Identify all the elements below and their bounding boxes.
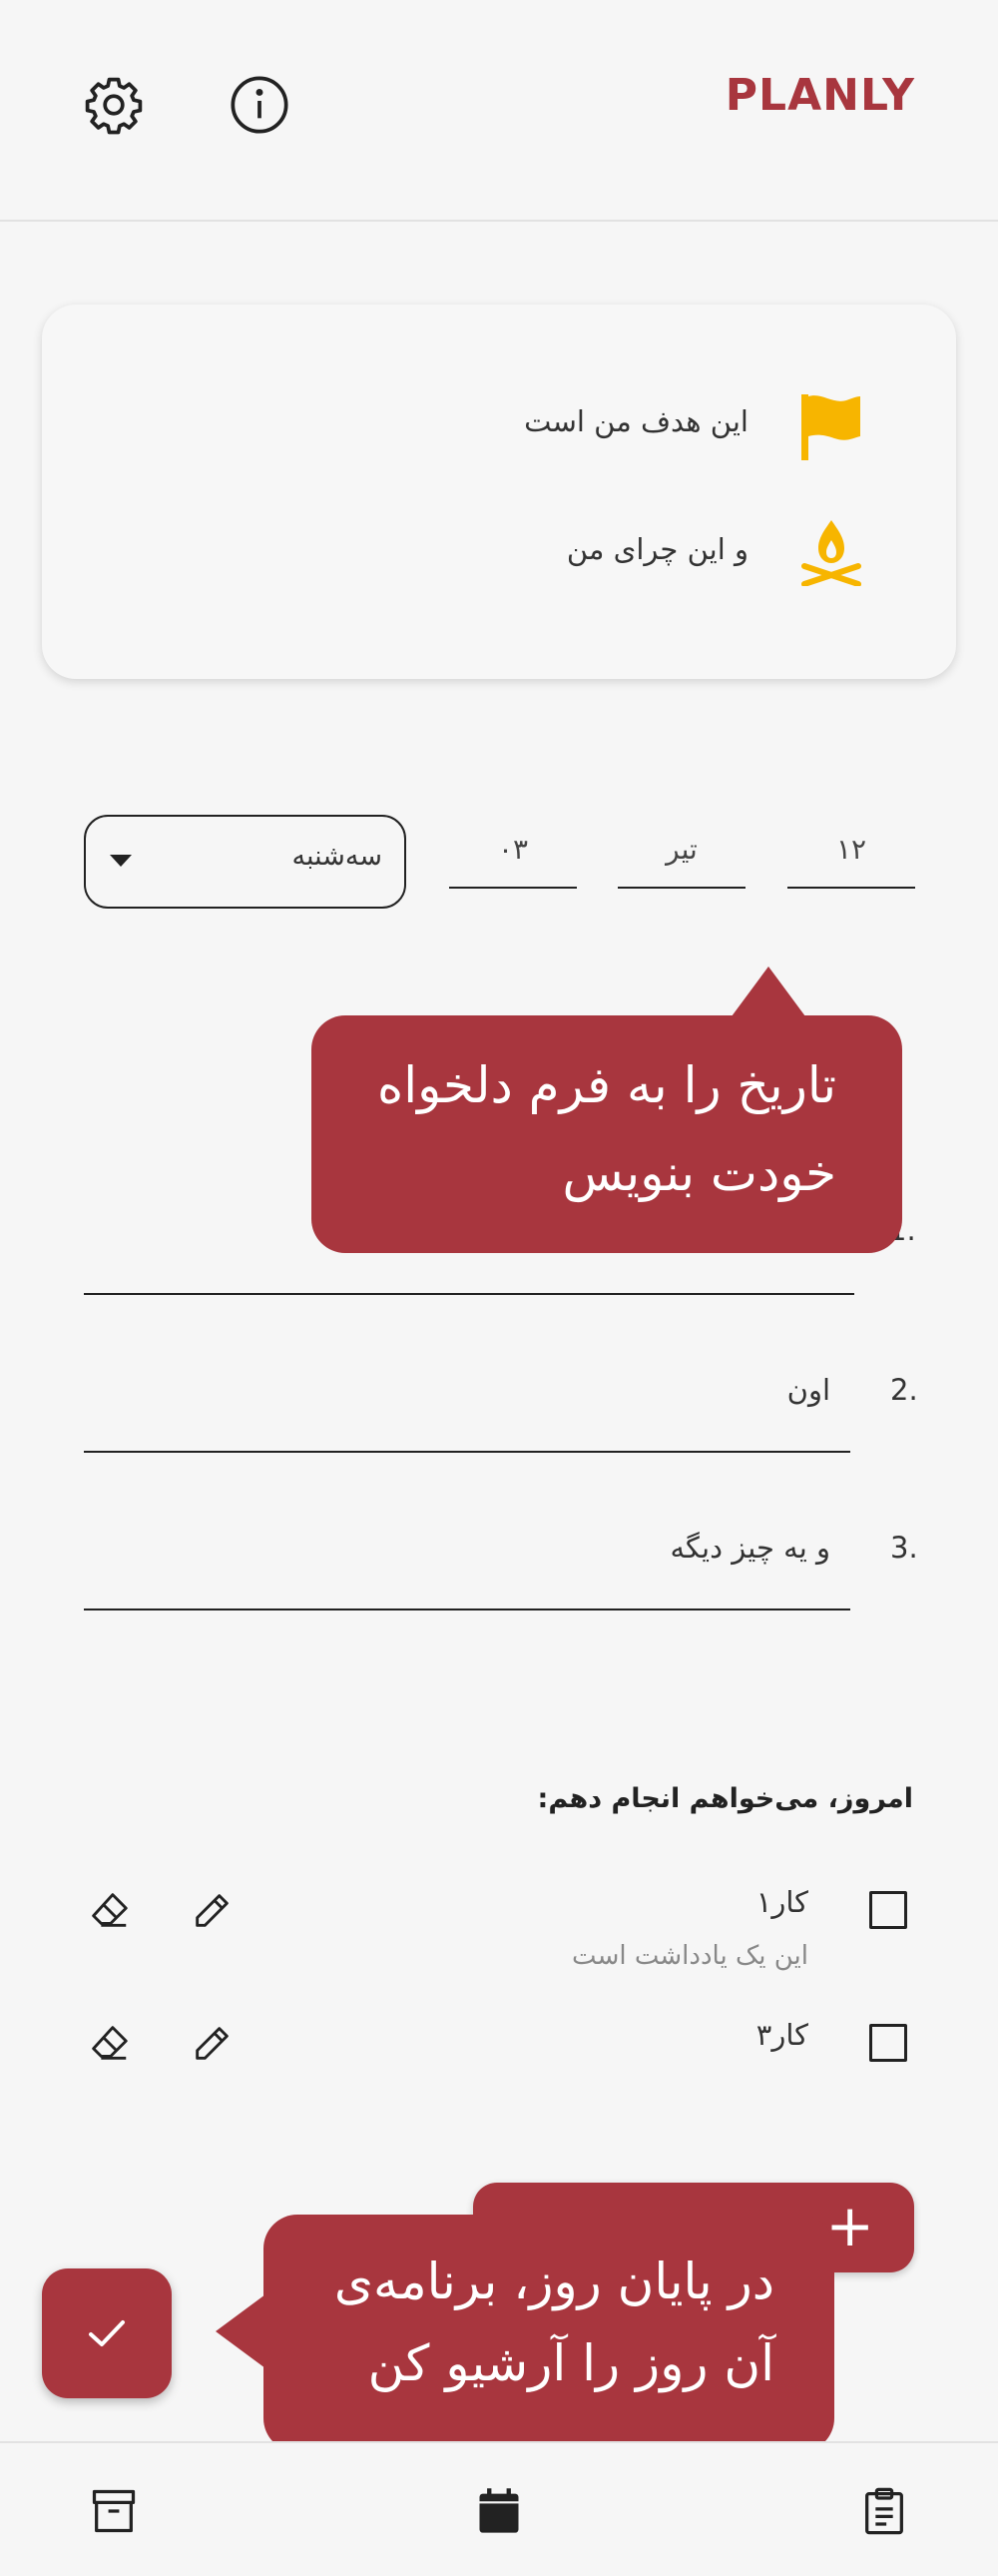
year-field[interactable]: ۰۳ xyxy=(449,829,577,889)
date-tooltip: تاریخ را به فرم دلخواه خودت بنویس xyxy=(311,1015,902,1253)
task-row: کار۳ xyxy=(0,2010,998,2080)
priority-number: 2. xyxy=(890,1373,918,1407)
pencil-icon[interactable] xyxy=(190,1887,236,1933)
task-title[interactable]: کار۳ xyxy=(756,2018,808,2052)
eraser-icon[interactable] xyxy=(86,1887,132,1933)
priority-input-3[interactable] xyxy=(84,1609,850,1610)
priority-number: 3. xyxy=(890,1531,918,1565)
month-field[interactable]: تیر xyxy=(618,829,746,889)
bottom-nav xyxy=(0,2441,998,2576)
tooltip-arrow xyxy=(732,966,805,1016)
app-logo: PLANLY xyxy=(725,70,915,121)
priority-text[interactable]: و یه چیز دیگه xyxy=(670,1531,830,1565)
task-note: این یک یادداشت است xyxy=(572,1941,808,1971)
archive-day-button[interactable] xyxy=(42,2268,172,2398)
archive-icon[interactable] xyxy=(88,2485,140,2537)
weekday-value: سه‌شنبه xyxy=(291,841,383,872)
eraser-icon[interactable] xyxy=(86,2020,132,2066)
tasks-heading: امروز، می‌خواهم انجام دهم: xyxy=(537,1783,913,1814)
gear-icon[interactable] xyxy=(82,73,146,137)
chevron-down-icon xyxy=(110,855,132,867)
pencil-icon[interactable] xyxy=(190,2020,236,2066)
campfire-icon xyxy=(798,516,864,587)
app-header: PLANLY xyxy=(0,0,998,222)
day-field[interactable]: ۱۲ xyxy=(787,829,915,889)
priority-input-1[interactable] xyxy=(84,1293,854,1295)
flag-icon xyxy=(798,392,864,462)
goal-card: این هدف من است و این چرای من xyxy=(42,305,956,679)
clipboard-icon[interactable] xyxy=(858,2485,910,2537)
why-text[interactable]: و این چرای من xyxy=(567,532,748,566)
archive-tooltip: در پایان روز، برنامه‌ی آن روز را آرشیو ک… xyxy=(263,2215,834,2452)
tooltip-arrow xyxy=(216,2294,265,2368)
task-title[interactable]: کار۱ xyxy=(756,1885,808,1919)
calendar-icon[interactable] xyxy=(473,2485,525,2537)
task-checkbox[interactable] xyxy=(869,2024,907,2062)
task-row: کار۱ این یک یادداشت است xyxy=(0,1877,998,1987)
info-icon[interactable] xyxy=(228,73,291,137)
priority-text[interactable]: اون xyxy=(787,1373,830,1407)
priority-input-2[interactable] xyxy=(84,1451,850,1453)
goal-text[interactable]: این هدف من است xyxy=(524,404,748,438)
task-checkbox[interactable] xyxy=(869,1891,907,1929)
check-icon xyxy=(83,2312,131,2354)
weekday-select[interactable]: سه‌شنبه xyxy=(84,815,406,909)
